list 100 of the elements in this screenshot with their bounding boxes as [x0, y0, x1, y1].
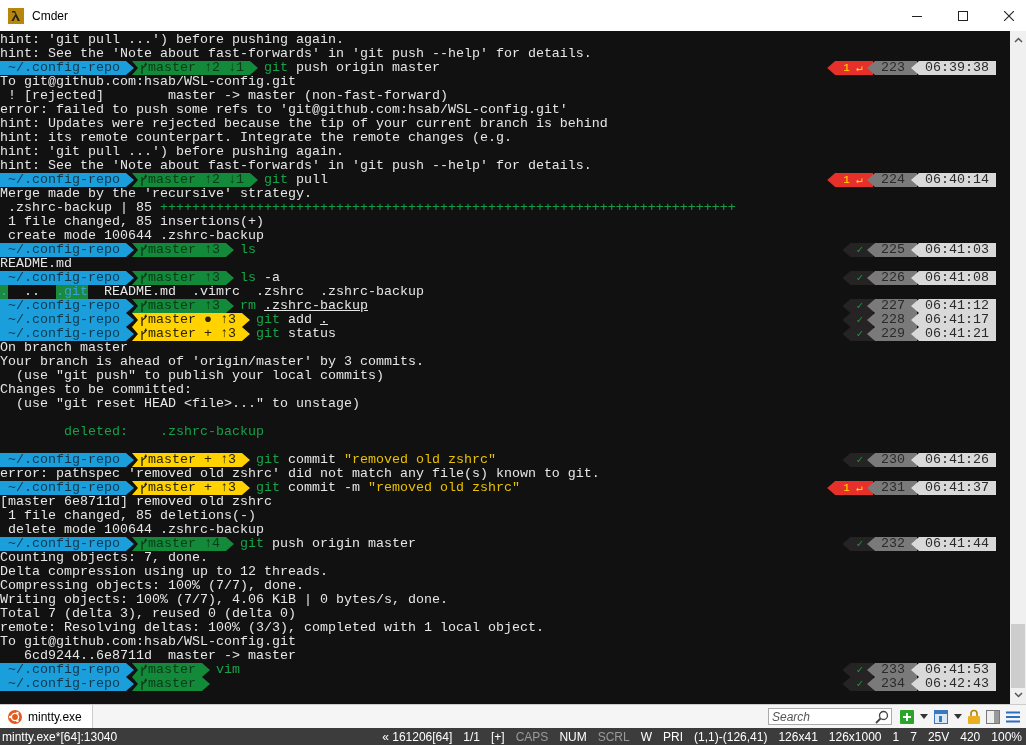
branch-icon [140, 62, 147, 74]
terminal-line: Your branch is ahead of 'origin/master' by 3 commits. [0, 355, 424, 369]
time-stamp: 06:41:26 [911, 453, 996, 467]
terminal-line: On branch master [0, 341, 128, 355]
time-stamp: 06:41:03 [911, 243, 996, 257]
close-icon[interactable] [1004, 10, 1014, 21]
caret-icon[interactable] [954, 714, 962, 719]
time-stamp: 06:40:14 [911, 173, 996, 187]
time-stamp: 06:41:12 [911, 299, 996, 313]
caret-icon[interactable] [920, 714, 928, 719]
command-text: git pull [262, 173, 328, 187]
status-item: (1,1)-(126,41) [694, 729, 768, 744]
terminal-line: Counting objects: 7, done. [0, 551, 208, 565]
command-text: git commit -m "removed old zshrc" [254, 481, 520, 495]
terminal-line: Delta compression using up to 12 threads. [0, 565, 328, 579]
branch-icon [140, 174, 147, 186]
branch-icon [140, 538, 147, 550]
status-item: 126x41 [778, 729, 818, 744]
terminal-line: (use "git reset HEAD <file>..." to unstage) [15, 397, 360, 411]
status-item: CAPS [515, 729, 549, 744]
terminal-line: [master 6e8711d] removed old zshrc [0, 495, 272, 509]
terminal-tab[interactable]: mintty.exe [0, 705, 93, 728]
window-icon[interactable] [934, 709, 948, 724]
command-text: vim [215, 663, 241, 677]
time-stamp: 06:41:53 [911, 663, 996, 677]
branch-label: master ↑3 [148, 299, 220, 313]
path-segment: ~/.config-repo [0, 173, 134, 187]
terminal-line: .zshrc-backup | 85 ++++++++++++++++++++++++++++++++++++++++++++++++++++++++++++++++++++++++ [7, 201, 736, 215]
status-item: 126x1000 [828, 729, 882, 744]
status-item: 25V [927, 729, 950, 744]
new-tab-icon[interactable] [900, 709, 914, 724]
lock-icon[interactable] [968, 709, 980, 724]
panel-icon[interactable] [986, 709, 1000, 724]
maximize-icon[interactable] [958, 10, 968, 21]
path-segment: ~/.config-repo [0, 663, 134, 677]
scrollbar[interactable] [1010, 31, 1026, 704]
terminal-line: (use "git push" to publish your local commits) [15, 369, 384, 383]
terminal-line: deleted: .zshrc-backup [63, 425, 264, 439]
terminal-line: error: failed to push some refs to 'git@github.com:hsab/WSL-config.git' [0, 103, 568, 117]
status-item: 1 [892, 729, 900, 744]
branch-icon [140, 314, 147, 326]
command-text: rm .zshrc-backup [238, 299, 368, 313]
menu-icon[interactable] [1006, 710, 1020, 723]
status-item: PRI [663, 729, 684, 744]
path-segment: ~/.config-repo [0, 537, 134, 551]
ubuntu-icon [8, 709, 22, 724]
branch-icon [140, 300, 147, 312]
branch-label: master + ↑3 [148, 327, 236, 341]
branch-icon [140, 454, 147, 466]
branch-label: master + ↑3 [148, 481, 236, 495]
status-item: « 161206[64] [382, 729, 453, 744]
status-item: SCRL [597, 729, 630, 744]
time-stamp: 06:41:37 [911, 481, 996, 495]
status-item: [+] [491, 729, 505, 744]
scroll-thumb[interactable] [1011, 624, 1025, 688]
path-segment: ~/.config-repo [0, 271, 134, 285]
terminal-line: . .. .git README.md .vimrc .zshrc .zshrc-backup [0, 285, 424, 299]
path-segment: ~/.config-repo [0, 61, 134, 75]
terminal-line: hint: Updates were rejected because the tip of your current branch is behind [0, 117, 608, 131]
command-text: git add . [254, 313, 328, 327]
terminal-line: 1 file changed, 85 insertions(+) [7, 215, 264, 229]
time-stamp: 06:41:17 [911, 313, 996, 327]
search-field[interactable]: Search [768, 708, 892, 725]
status-item: NUM [559, 729, 587, 744]
process-label: mintty.exe*[64]:13040 [2, 729, 118, 744]
branch-icon [140, 482, 147, 494]
window-title: Cmder [32, 8, 69, 23]
scroll-up-icon[interactable] [1013, 37, 1023, 43]
scroll-down-icon[interactable] [1013, 692, 1023, 698]
status-item: 7 [910, 729, 917, 744]
time-stamp: 06:41:08 [911, 271, 996, 285]
terminal-line: remote: Resolving deltas: 100% (3/3), completed with 1 local object. [0, 621, 544, 635]
terminal-line: hint: its remote counterpart. Integrate the remote changes (e.g. [0, 131, 512, 145]
terminal-line: Writing objects: 100% (7/7), 4.06 KiB | 0 bytes/s, done. [0, 593, 448, 607]
terminal-line: hint: 'git pull ...') before pushing again. [0, 145, 344, 159]
terminal-line: ! [rejected] master -> master (non-fast-forward) [7, 89, 448, 103]
branch-label: master + ↑3 [148, 453, 236, 467]
terminal-line: Compressing objects: 100% (7/7), done. [0, 579, 304, 593]
path-segment: ~/.config-repo [0, 313, 134, 327]
command-text: git status [254, 327, 336, 341]
branch-label: master ↑2 ↓1 [148, 173, 244, 187]
status-item: 1/1 [463, 729, 480, 744]
status-item: 420 [960, 729, 981, 744]
status-item: 100% [991, 729, 1022, 744]
command-text: ls -a [238, 271, 280, 285]
path-segment: ~/.config-repo [0, 299, 134, 313]
branch-label: master ↑4 [148, 537, 220, 551]
path-segment: ~/.config-repo [0, 243, 134, 257]
branch-label: master ↑3 [148, 271, 220, 285]
branch-icon [140, 678, 147, 690]
command-text: git push origin master [238, 537, 416, 551]
terminal-line: To git@github.com:hsab/WSL-config.git [0, 75, 296, 89]
time-stamp: 06:41:44 [911, 537, 996, 551]
terminal-line: error: pathspec 'removed old zshrc' did not match any file(s) known to git. [0, 467, 600, 481]
path-segment: ~/.config-repo [0, 453, 134, 467]
branch-icon [140, 328, 147, 340]
command-text: git commit "removed old zshrc" [254, 453, 496, 467]
path-segment: ~/.config-repo [0, 481, 134, 495]
terminal-line: README.md [0, 257, 72, 271]
terminal-line: Changes to be committed: [0, 383, 192, 397]
